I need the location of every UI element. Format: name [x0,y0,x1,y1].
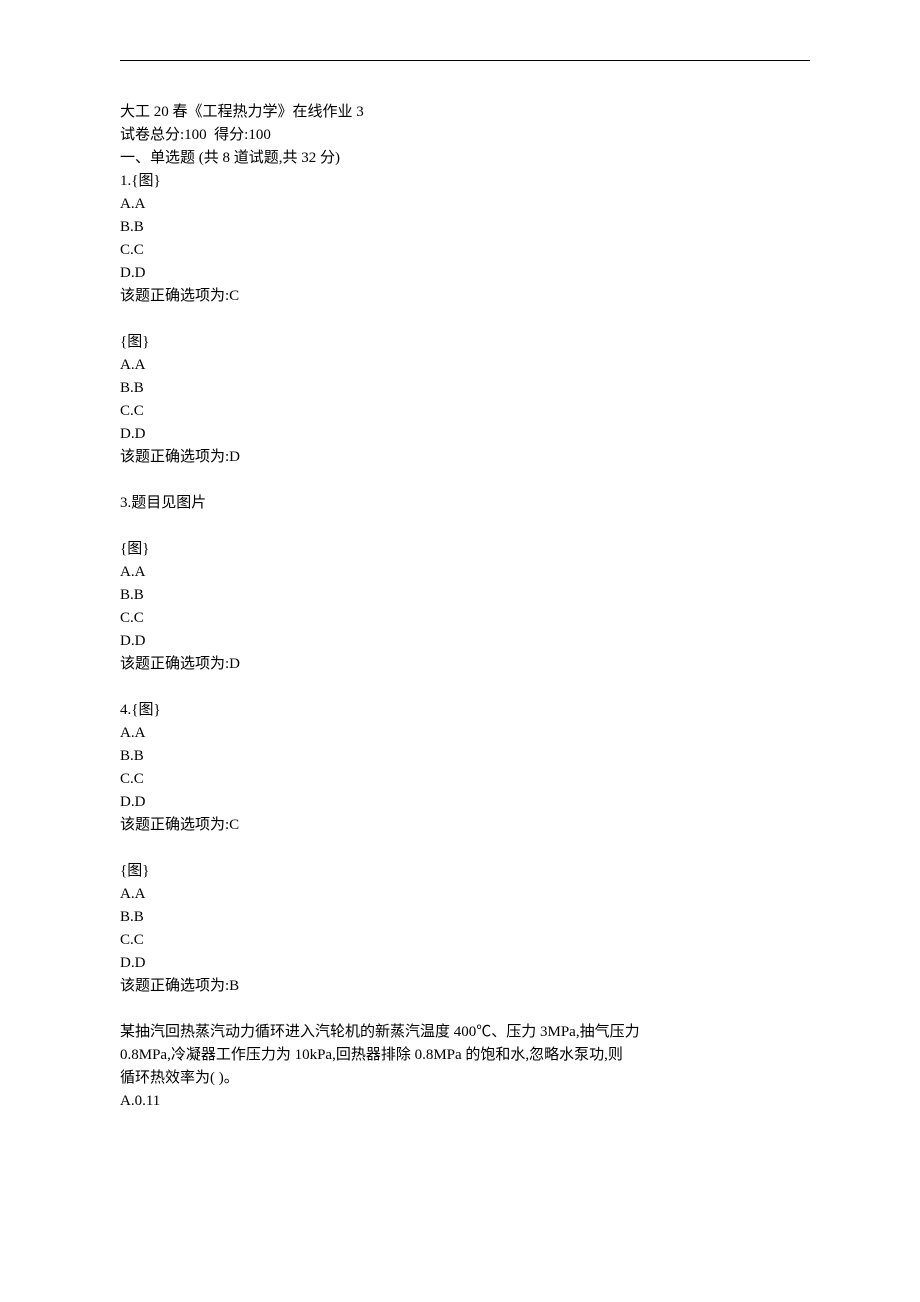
answer-label: 该题正确选项为: [120,288,229,304]
answer-value: B [229,978,239,994]
blank-line [120,998,810,1021]
answer-line: 该题正确选项为:D [120,653,810,676]
essay-line-1: 某抽汽回热蒸汽动力循环进入汽轮机的新蒸汽温度 400℃、压力 3MPa,抽气压力 [120,1021,810,1044]
question-stem: {图} [120,860,810,883]
option-c: C.C [120,607,810,630]
blank-line [120,308,810,331]
question-stem: 4.{图} [120,699,810,722]
answer-value: D [229,656,240,672]
blank-line [120,676,810,699]
option-b: B.B [120,216,810,239]
document-page: 大工 20 春《工程热力学》在线作业 3 试卷总分:100 得分:100 一、单… [0,0,920,1173]
option-d: D.D [120,791,810,814]
course-title: 大工 20 春《工程热力学》在线作业 3 [120,101,810,124]
answer-value: D [229,449,240,465]
answer-line: 该题正确选项为:C [120,814,810,837]
question-stem-text: {图} [131,173,160,189]
option-c: C.C [120,929,810,952]
question-prefix: 1. [120,173,131,189]
option-a: A.A [120,561,810,584]
blank-line [120,837,810,860]
option-a: A.A [120,193,810,216]
answer-label: 该题正确选项为: [120,449,229,465]
answer-label: 该题正确选项为: [120,817,229,833]
answer-label: 该题正确选项为: [120,978,229,994]
option-b: B.B [120,745,810,768]
option-b: B.B [120,906,810,929]
option-a: A.A [120,883,810,906]
question-prefix: 4. [120,702,131,718]
option-d: D.D [120,262,810,285]
essay-option-a: A.0.11 [120,1090,810,1113]
essay-line-2: 0.8MPa,冷凝器工作压力为 10kPa,回热器排除 0.8MPa 的饱和水,… [120,1044,810,1067]
option-d: D.D [120,423,810,446]
question-stem-text: 题目见图片 [131,495,206,511]
question-stem-text: {图} [120,334,149,350]
answer-label: 该题正确选项为: [120,656,229,672]
option-c: C.C [120,239,810,262]
answer-value: C [229,288,239,304]
option-a: A.A [120,722,810,745]
answer-line: 该题正确选项为:B [120,975,810,998]
answer-line: 该题正确选项为:C [120,285,810,308]
essay-line-3: 循环热效率为( )。 [120,1067,810,1090]
top-divider [120,60,810,61]
blank-line [120,515,810,538]
option-b: B.B [120,584,810,607]
section-title: 一、单选题 (共 8 道试题,共 32 分) [120,147,810,170]
blank-line [120,469,810,492]
option-d: D.D [120,630,810,653]
option-a: A.A [120,354,810,377]
question-stem: 3.题目见图片 [120,492,810,515]
question-stem: 1.{图} [120,170,810,193]
question-stem: {图} [120,331,810,354]
option-c: C.C [120,400,810,423]
option-b: B.B [120,377,810,400]
answer-value: C [229,817,239,833]
answer-line: 该题正确选项为:D [120,446,810,469]
option-d: D.D [120,952,810,975]
question-prefix: 3. [120,495,131,511]
question-extra: {图} [120,538,810,561]
option-c: C.C [120,768,810,791]
question-stem-text: {图} [131,702,160,718]
question-stem-text: {图} [120,863,149,879]
score-line: 试卷总分:100 得分:100 [120,124,810,147]
